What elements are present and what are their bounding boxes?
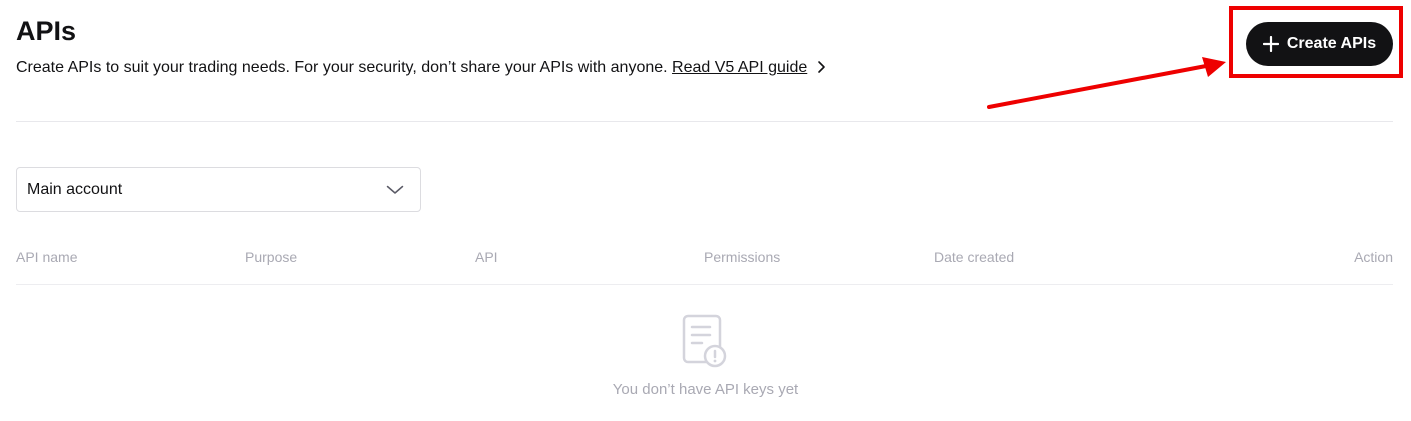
column-header-action: Action (1354, 249, 1393, 265)
empty-state-message: You don’t have API keys yet (612, 381, 799, 398)
page-title: APIs (16, 16, 77, 46)
description-text: Create APIs to suit your trading needs. … (16, 59, 668, 76)
account-select[interactable]: Main account (16, 167, 421, 212)
column-header-date-created: Date created (934, 249, 1015, 265)
empty-document-icon (682, 314, 727, 368)
column-header-api: API (475, 249, 498, 265)
column-header-permissions: Permissions (704, 249, 781, 265)
chevron-right-icon[interactable] (816, 60, 826, 74)
table-header-divider (16, 284, 1393, 285)
plus-icon (1262, 36, 1279, 52)
api-management-page: APIs Create APIs to suit your trading ne… (0, 0, 1411, 421)
section-divider (16, 121, 1393, 122)
api-table-header: API name Purpose API Permissions Date cr… (16, 249, 1393, 267)
create-apis-label: Create APIs (1286, 35, 1377, 52)
column-header-purpose: Purpose (245, 249, 298, 265)
page-description: Create APIs to suit your trading needs. … (16, 58, 826, 78)
column-header-api-name: API name (16, 249, 78, 265)
api-guide-link[interactable]: Read V5 API guide (672, 59, 807, 76)
annotation-arrow-icon (987, 57, 1226, 109)
account-select-value: Main account (27, 180, 123, 198)
chevron-down-icon (386, 185, 404, 194)
create-apis-button[interactable]: Create APIs (1246, 22, 1393, 66)
